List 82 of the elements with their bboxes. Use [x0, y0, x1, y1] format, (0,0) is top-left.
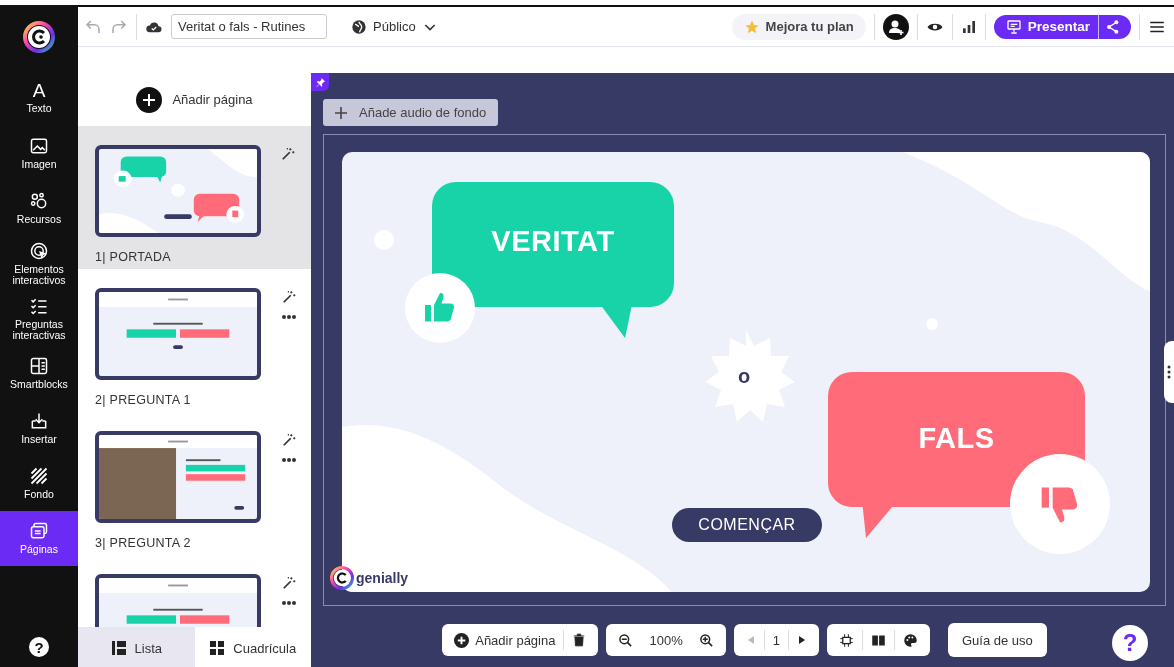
document-title-field[interactable]: Veritat o fals - Rutines	[171, 14, 327, 39]
share-icon	[1105, 18, 1121, 35]
presentation-icon	[1005, 18, 1022, 35]
sidebar-label: Smartblocks	[10, 379, 68, 391]
sidebar-item[interactable]: Preguntas interactivas	[0, 291, 78, 346]
zoom-out-icon	[618, 632, 634, 648]
sidebar-item[interactable]: Insertar	[0, 401, 78, 456]
page-title: 1| PORTADA	[95, 250, 172, 264]
logo-icon[interactable]	[23, 21, 55, 53]
magic-wand-button[interactable]	[281, 147, 295, 161]
magic-wand-icon	[282, 576, 296, 590]
brand-name: genially	[356, 570, 409, 586]
sidebar-label: Páginas	[20, 544, 58, 556]
sidebar-item[interactable]: Smartblocks	[0, 346, 78, 401]
bar-chart-icon	[960, 18, 977, 35]
help-button[interactable]: ?	[29, 637, 49, 657]
dots-icon	[281, 457, 297, 463]
zoom-level: 100%	[648, 631, 684, 650]
logo-icon	[330, 566, 354, 590]
dots-icon	[281, 600, 297, 606]
zoom-in-icon	[698, 632, 714, 648]
statistics-button[interactable]	[960, 18, 977, 35]
globe-icon	[351, 18, 367, 35]
more-options-button[interactable]	[281, 600, 297, 606]
upgrade-button[interactable]: Mejora tu plan	[731, 13, 866, 40]
sidebar-item[interactable]: Imagen	[0, 126, 78, 181]
trash-icon	[572, 633, 587, 647]
hatch-icon	[29, 466, 49, 487]
visibility-dropdown[interactable]: Público	[345, 17, 444, 36]
background-audio-button[interactable]: Añade audio de fondo	[323, 99, 499, 126]
dots-icon	[1167, 365, 1171, 379]
blocks-icon	[29, 356, 49, 377]
add-user-button[interactable]	[882, 13, 909, 40]
more-options-button[interactable]	[281, 314, 297, 320]
plus-icon	[136, 86, 163, 113]
triangle-right-icon	[796, 635, 807, 645]
grid-icon	[209, 640, 226, 656]
magic-wand-icon	[281, 147, 295, 161]
star-icon	[743, 18, 760, 35]
page-title: 2| PREGUNTA 1	[95, 393, 192, 407]
sidebar-item[interactable]: Páginas	[0, 511, 78, 566]
sidebar-label: Imagen	[21, 159, 57, 171]
magic-wand-button[interactable]	[282, 433, 296, 447]
pin-button[interactable]	[311, 73, 329, 91]
help-button[interactable]: ?	[1112, 625, 1148, 661]
page-item[interactable]: 3| PREGUNTA 2	[78, 412, 311, 555]
sidebar-label: Insertar	[21, 434, 57, 446]
sidebar-label: Elementos interactivos	[11, 264, 67, 286]
sidebar-label: Texto	[26, 103, 52, 115]
fit-frame-icon	[838, 632, 854, 648]
page-number: 1	[763, 630, 788, 650]
magic-wand-icon	[282, 290, 296, 304]
sidebar-item[interactable]: Fondo	[0, 456, 78, 511]
pin-icon	[314, 76, 326, 88]
sidebar-item[interactable]: Recursos	[0, 181, 78, 236]
checklist-icon	[29, 296, 49, 316]
add-user-icon	[882, 13, 909, 40]
magic-wand-button[interactable]	[282, 576, 296, 590]
page-item[interactable]: 1| PORTADA	[78, 126, 311, 269]
magic-wand-button[interactable]	[282, 290, 296, 304]
magic-wand-icon	[282, 433, 296, 447]
palette-icon	[902, 632, 918, 648]
side-panel-handle[interactable]	[1164, 341, 1174, 403]
page-item[interactable]: 2| PREGUNTA 1	[78, 269, 311, 412]
dots-icon	[281, 314, 297, 320]
sidebar-item[interactable]: A Texto	[0, 71, 78, 126]
sidebar-label: Preguntas interactivas	[11, 319, 67, 341]
list-icon	[110, 640, 127, 656]
cursor-target-icon	[29, 241, 49, 261]
sidebar-label: Fondo	[24, 489, 54, 501]
more-options-button[interactable]	[281, 457, 297, 463]
user-guide-button[interactable]: Guía de uso	[947, 623, 1047, 657]
plus-icon	[335, 106, 347, 119]
plus-circle-icon	[454, 632, 470, 648]
view-tab[interactable]: Lista	[78, 627, 195, 667]
start-button[interactable]: COMENÇAR	[672, 508, 822, 542]
text-icon: A	[32, 82, 46, 101]
separator-text: o	[738, 365, 751, 388]
sidebar-label: Recursos	[16, 214, 62, 226]
add-page-button[interactable]: Añadir página	[78, 73, 311, 126]
sidebar-item[interactable]: Elementos interactivos	[0, 236, 78, 291]
page-title: 3| PREGUNTA 2	[95, 536, 192, 550]
